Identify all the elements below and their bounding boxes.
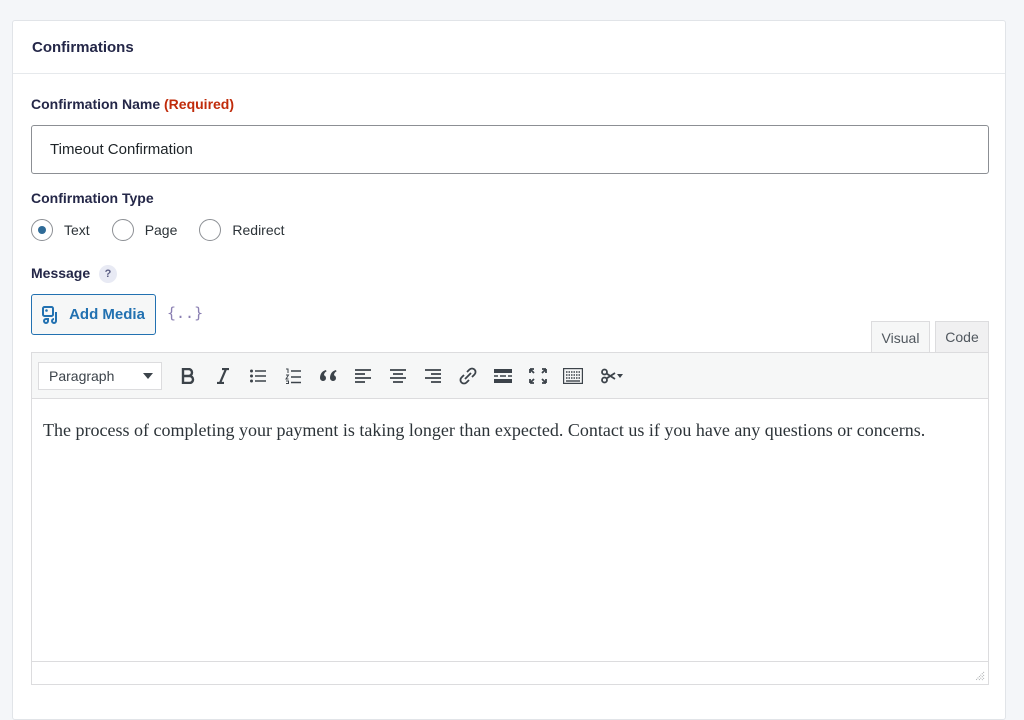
bold-button[interactable]	[170, 361, 205, 391]
bullet-list-icon	[249, 369, 266, 382]
scissors-icon	[601, 368, 623, 383]
radio-option-text[interactable]: Text	[31, 219, 90, 241]
align-right-icon	[424, 368, 441, 383]
editor-toolbar: Paragraph	[32, 353, 988, 399]
merge-tags-icon[interactable]: {..}	[167, 304, 203, 322]
confirmation-type-label: Confirmation Type	[31, 190, 154, 206]
link-button[interactable]	[450, 361, 485, 391]
radio-text-label: Text	[64, 222, 90, 238]
align-left-icon	[354, 368, 371, 383]
required-indicator: (Required)	[164, 96, 235, 112]
align-center-button[interactable]	[380, 361, 415, 391]
radio-page[interactable]	[111, 219, 134, 241]
fullscreen-button[interactable]	[520, 361, 555, 391]
align-left-button[interactable]	[345, 361, 380, 391]
confirmation-type-radios: Text Page Redirect	[31, 219, 307, 241]
editor-statusbar	[32, 661, 988, 684]
format-select-value: Paragraph	[49, 367, 115, 384]
read-more-icon	[493, 368, 512, 383]
confirmation-name-input[interactable]	[31, 125, 989, 174]
numbered-list-icon	[284, 368, 301, 384]
radio-redirect[interactable]	[199, 219, 222, 241]
chevron-down-icon	[143, 372, 153, 379]
tab-code[interactable]: Code	[935, 321, 989, 353]
radio-page-label: Page	[144, 222, 178, 238]
blockquote-icon	[319, 369, 336, 381]
radio-text[interactable]	[31, 219, 53, 241]
italic-button[interactable]	[205, 361, 240, 391]
help-icon[interactable]: ?	[99, 265, 118, 284]
radio-redirect-label: Redirect	[232, 222, 285, 238]
tab-visual[interactable]: Visual	[871, 321, 930, 354]
add-media-label: Add Media	[69, 306, 145, 323]
numbered-list-button[interactable]	[275, 361, 310, 391]
format-select[interactable]: Paragraph	[38, 361, 162, 390]
merge-tags-dropdown-button[interactable]	[590, 361, 634, 391]
add-media-icon	[42, 305, 58, 324]
italic-icon	[216, 367, 229, 384]
resize-handle-icon[interactable]	[975, 671, 985, 681]
confirmations-panel: Confirmations Confirmation Name (Require…	[12, 20, 1006, 720]
message-label-text: Message	[31, 265, 91, 281]
fullscreen-icon	[528, 367, 547, 384]
align-center-icon	[389, 368, 406, 383]
add-media-button[interactable]: Add Media	[31, 294, 156, 335]
blockquote-button[interactable]	[310, 361, 345, 391]
bullet-list-button[interactable]	[240, 361, 275, 391]
radio-option-redirect[interactable]: Redirect	[199, 219, 285, 241]
keyboard-icon	[562, 367, 583, 384]
bold-icon	[181, 367, 194, 384]
message-editor: Paragraph The process of completing your…	[31, 352, 989, 685]
align-right-button[interactable]	[415, 361, 450, 391]
confirmation-name-label-text: Confirmation Name	[31, 96, 161, 112]
panel-title: Confirmations	[13, 21, 1005, 74]
editor-content[interactable]: The process of completing your payment i…	[32, 399, 988, 462]
confirmation-name-label: Confirmation Name (Required)	[31, 96, 234, 112]
message-label: Message ?	[31, 265, 118, 284]
radio-option-page[interactable]: Page	[111, 219, 178, 241]
link-icon	[459, 367, 476, 384]
toolbar-toggle-button[interactable]	[555, 361, 590, 391]
read-more-button[interactable]	[485, 361, 520, 391]
